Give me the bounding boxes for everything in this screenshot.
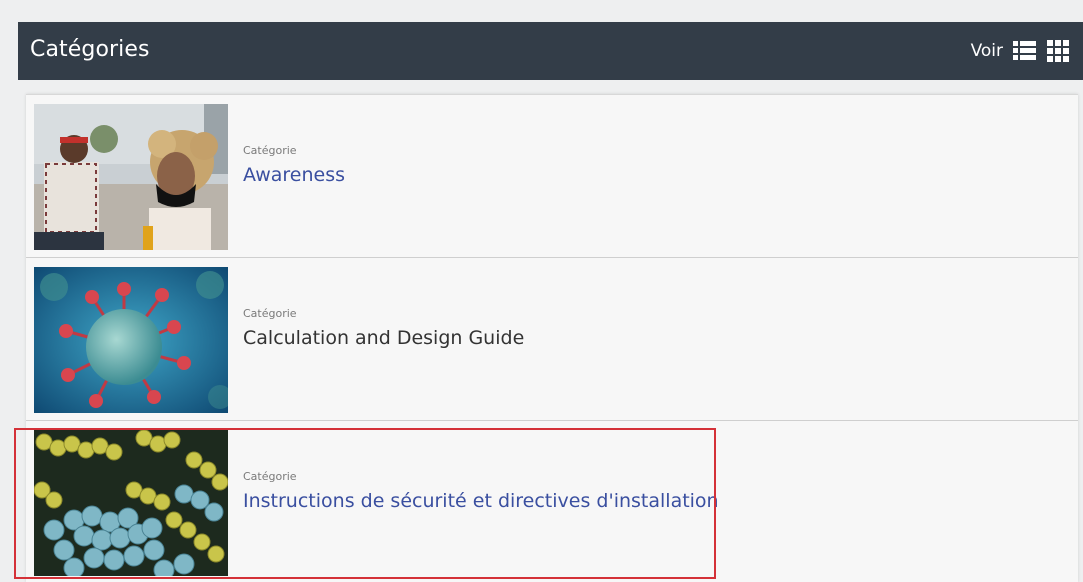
view-switcher: Voir xyxy=(971,38,1071,63)
category-meta: Catégorie Calculation and Design Guide xyxy=(243,307,524,349)
category-type-label: Catégorie xyxy=(243,144,297,157)
category-thumbnail[interactable] xyxy=(34,104,228,250)
highlight-box xyxy=(14,428,716,579)
category-thumbnail[interactable] xyxy=(34,267,228,413)
category-title-link[interactable]: Awareness xyxy=(243,164,345,186)
list-item[interactable]: Catégorie Awareness xyxy=(26,95,1078,258)
category-type-label: Catégorie xyxy=(243,307,297,320)
page-title: Catégories xyxy=(30,37,150,62)
panel-header: Catégories Voir xyxy=(18,22,1083,80)
view-label: Voir xyxy=(970,40,1003,61)
list-item[interactable]: Catégorie Calculation and Design Guide xyxy=(26,258,1078,421)
category-title-link[interactable]: Calculation and Design Guide xyxy=(243,327,524,349)
grid-view-icon[interactable] xyxy=(1046,38,1071,63)
list-view-icon[interactable] xyxy=(1012,38,1037,63)
category-meta: Catégorie Awareness xyxy=(243,144,345,186)
